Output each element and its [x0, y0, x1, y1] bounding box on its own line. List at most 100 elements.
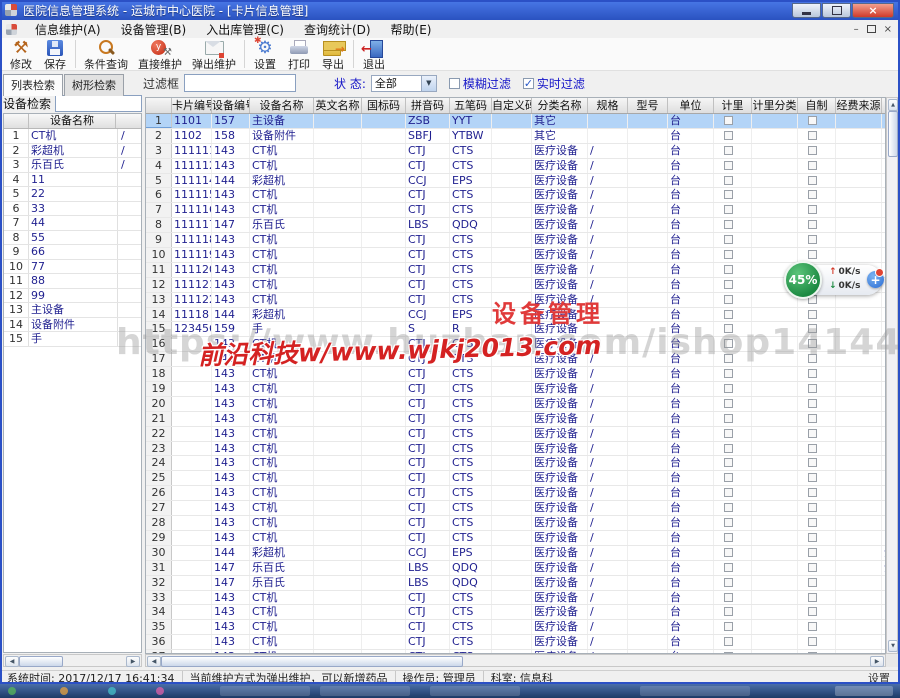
column-header[interactable]: 拼音码 — [406, 98, 450, 113]
checkbox-icon[interactable] — [724, 578, 733, 587]
checkbox-icon[interactable] — [808, 176, 817, 185]
table-row[interactable]: 31147乐百氏LBSQDQ医疗设备/台企 — [146, 561, 885, 576]
checkbox-icon[interactable] — [808, 235, 817, 244]
sidebar-device-row[interactable]: 522 — [4, 187, 141, 202]
device-search-input[interactable] — [55, 95, 142, 112]
menu-query-stats[interactable]: 查询统计(D) — [294, 20, 381, 39]
column-header[interactable]: 分类名称 — [532, 98, 588, 113]
column-header[interactable]: 型号 — [628, 98, 668, 113]
checkbox-icon[interactable] — [724, 220, 733, 229]
menu-info-maintain[interactable]: 信息维护(A) — [25, 20, 111, 39]
checkbox-icon[interactable] — [808, 310, 817, 319]
table-row[interactable]: 10111119143CT机CTJCTS医疗设备/台 — [146, 248, 885, 263]
minimize-button[interactable] — [792, 3, 821, 18]
save-button[interactable]: 保存 — [38, 39, 72, 70]
sidebar-device-row[interactable]: 633 — [4, 202, 141, 217]
floating-speed-widget[interactable]: ↑0K/s ↓0K/s + 45% — [784, 260, 884, 302]
checkbox-icon[interactable] — [808, 548, 817, 557]
scroll-thumb[interactable] — [888, 111, 898, 157]
taskbar-tray[interactable] — [835, 686, 893, 696]
checkbox-icon[interactable] — [808, 518, 817, 527]
column-header[interactable]: 五笔码 — [450, 98, 492, 113]
memory-gauge[interactable]: 45% — [784, 261, 822, 299]
sidebar-hscrollbar[interactable]: ◀ ▶ — [3, 654, 142, 667]
checkbox-icon[interactable] — [724, 414, 733, 423]
checkbox-icon[interactable] — [724, 265, 733, 274]
sidebar-device-row[interactable]: 744 — [4, 216, 141, 231]
column-header[interactable]: 国标码 — [362, 98, 406, 113]
column-header[interactable]: 计里 — [714, 98, 752, 113]
scroll-left-icon[interactable]: ◀ — [5, 656, 19, 667]
checkbox-icon[interactable] — [724, 622, 733, 631]
taskbar-window-button[interactable] — [640, 686, 750, 696]
os-taskbar[interactable] — [0, 684, 900, 698]
export-button[interactable]: → 导出 — [316, 39, 350, 70]
scroll-left-icon[interactable]: ◀ — [147, 656, 161, 667]
sidebar-device-row[interactable]: 411 — [4, 173, 141, 188]
table-row[interactable]: 35143CT机CTJCTS医疗设备/台 — [146, 620, 885, 635]
sidebar-device-row[interactable]: 3乐百氏/ — [4, 158, 141, 173]
checkbox-icon[interactable] — [724, 458, 733, 467]
checkbox-icon[interactable] — [724, 116, 733, 125]
table-row[interactable]: 36143CT机CTJCTS医疗设备/台 — [146, 635, 885, 650]
table-vscrollbar[interactable]: ▲ ▼ — [886, 97, 898, 654]
restore-button[interactable] — [822, 3, 851, 18]
table-row[interactable]: 25143CT机CTJCTS医疗设备/台 — [146, 471, 885, 486]
realtime-filter-checkbox[interactable] — [523, 78, 534, 89]
column-header[interactable]: 规格 — [588, 98, 628, 113]
checkbox-icon[interactable] — [724, 503, 733, 512]
checkbox-icon[interactable] — [724, 235, 733, 244]
table-row[interactable]: 21143CT机CTJCTS医疗设备/台 — [146, 412, 885, 427]
sidebar-device-row[interactable]: 966 — [4, 245, 141, 260]
chevron-down-icon[interactable]: ▼ — [421, 76, 436, 91]
checkbox-icon[interactable] — [808, 399, 817, 408]
mdi-close-icon[interactable]: × — [884, 24, 892, 35]
table-row[interactable]: 4111112143CT机CTJCTS医疗设备/台 — [146, 159, 885, 174]
column-header[interactable]: 卡片编号 — [172, 98, 212, 113]
popup-maintain-button[interactable]: 弹出维护 — [187, 39, 241, 70]
checkbox-icon[interactable] — [808, 473, 817, 482]
table-row[interactable]: 91111188143CT机CTJCTS医疗设备/台 — [146, 233, 885, 248]
checkbox-icon[interactable] — [724, 280, 733, 289]
condition-query-button[interactable]: 条件查询 — [79, 39, 133, 70]
checkbox-icon[interactable] — [724, 384, 733, 393]
sidebar-device-row[interactable]: 2彩超机/ — [4, 144, 141, 159]
direct-maintain-button[interactable]: y⚒ 直接维护 — [133, 39, 187, 70]
checkbox-icon[interactable] — [808, 190, 817, 199]
checkbox-icon[interactable] — [724, 473, 733, 482]
column-header[interactable]: 经费来源 — [836, 98, 882, 113]
checkbox-icon[interactable] — [724, 637, 733, 646]
filter-input[interactable] — [184, 74, 296, 92]
checkbox-icon[interactable] — [724, 310, 733, 319]
sidebar-device-row[interactable]: 855 — [4, 231, 141, 246]
checkbox-icon[interactable] — [808, 161, 817, 170]
checkbox-icon[interactable] — [808, 220, 817, 229]
sidebar-device-row[interactable]: 1077 — [4, 260, 141, 275]
mdi-restore-icon[interactable] — [867, 25, 876, 33]
checkbox-icon[interactable] — [724, 131, 733, 140]
checkbox-icon[interactable] — [808, 250, 817, 259]
table-row[interactable]: 7111116143CT机CTJCTS医疗设备/台 — [146, 203, 885, 218]
table-row[interactable]: 32147乐百氏LBSQDQ医疗设备/台 — [146, 576, 885, 591]
checkbox-icon[interactable] — [724, 399, 733, 408]
column-header[interactable]: 自制 — [798, 98, 836, 113]
table-row[interactable]: 6111115143CT机CTJCTS医疗设备/台 — [146, 188, 885, 203]
checkbox-icon[interactable] — [724, 548, 733, 557]
close-button[interactable]: × — [852, 3, 894, 18]
table-row[interactable]: 30144彩超机CCJEPS医疗设备/台企 — [146, 546, 885, 561]
checkbox-icon[interactable] — [724, 295, 733, 304]
checkbox-icon[interactable] — [724, 161, 733, 170]
sidebar-device-row[interactable]: 1188 — [4, 274, 141, 289]
scroll-thumb[interactable] — [19, 656, 63, 667]
checkbox-icon[interactable] — [808, 503, 817, 512]
tab-list-search[interactable]: 列表检索 — [3, 74, 63, 96]
fuzzy-filter-checkbox[interactable] — [449, 78, 460, 89]
scroll-right-icon[interactable]: ▶ — [126, 656, 140, 667]
mdi-minimize-icon[interactable]: – — [854, 24, 859, 35]
checkbox-icon[interactable] — [808, 384, 817, 393]
checkbox-icon[interactable] — [808, 458, 817, 467]
column-header[interactable]: 单位 — [668, 98, 714, 113]
table-row[interactable]: 11111120143CT机CTJCTS医疗设备/台 — [146, 263, 885, 278]
taskbar-window-button[interactable] — [430, 686, 520, 696]
table-row[interactable]: 22143CT机CTJCTS医疗设备/台 — [146, 427, 885, 442]
